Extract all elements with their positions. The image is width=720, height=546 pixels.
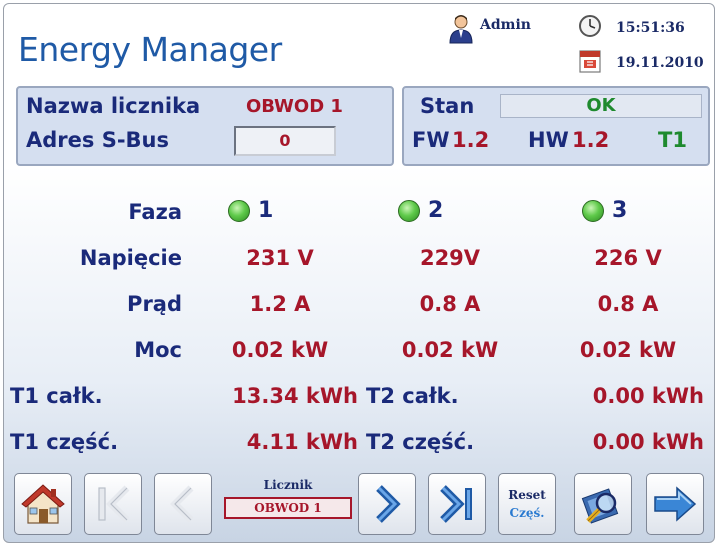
current-phase-2: 0.8 A (419, 292, 481, 316)
phase-2-number: 2 (428, 198, 444, 223)
t1-total-value: 13.34 kWh (232, 384, 358, 408)
meter-selector-label: Licznik (263, 478, 313, 492)
time-value: 15:51:36 (616, 20, 685, 36)
voltage-phase-3: 226 V (594, 246, 662, 270)
fw-value: 1.2 (452, 128, 490, 152)
phase-1: 1 (228, 198, 273, 223)
energy-manager-screen: Energy Manager Admin 15:51:36 19.11.2010… (3, 3, 715, 543)
t2-partial-value: 0.00 kWh (592, 430, 704, 454)
fw-label: FW (412, 128, 450, 152)
reset-label-line1: Reset (508, 488, 546, 502)
power-phase-3: 0.02 kW (579, 338, 677, 362)
meter-info-panel: Nazwa licznika OBWOD 1 Adres S-Bus 0 (16, 86, 394, 166)
voltage-label: Napięcie (79, 246, 182, 270)
phase-3: 3 (582, 198, 627, 223)
home-button[interactable] (14, 473, 72, 535)
voltage-phase-2: 229V (419, 246, 481, 270)
phase-3-number: 3 (612, 198, 628, 223)
next-icon (365, 482, 409, 526)
hw-label: HW (528, 128, 569, 152)
power-phase-1: 0.02 kW (231, 338, 329, 362)
user-indicator[interactable]: Admin (448, 14, 531, 48)
reset-partial-button[interactable]: Reset Częś. (498, 473, 556, 535)
hw-value: 1.2 (572, 128, 610, 152)
meter-selector[interactable]: Licznik OBWOD 1 (222, 478, 354, 534)
status-panel: Stan OK FW 1.2 HW 1.2 T1 (402, 86, 710, 166)
user-icon (448, 14, 474, 48)
search-button[interactable] (574, 473, 632, 535)
current-label: Prąd (127, 292, 182, 316)
first-icon (91, 482, 135, 526)
forward-button[interactable] (646, 473, 704, 535)
tariff-indicator: T1 (658, 128, 687, 152)
t1-partial-value: 4.11 kWh (246, 430, 358, 454)
last-button[interactable] (428, 473, 486, 535)
date-display: 19.11.2010 (578, 48, 704, 78)
search-icon (580, 481, 626, 527)
app-title: Energy Manager (18, 30, 282, 69)
phase-2: 2 (398, 198, 443, 223)
current-phase-1: 1.2 A (249, 292, 311, 316)
phase-2-led-icon (398, 199, 420, 222)
t1-total-label: T1 całk. (10, 384, 103, 408)
meter-selector-value: OBWOD 1 (224, 497, 352, 519)
sbus-address-value: 0 (279, 131, 291, 150)
phase-3-led-icon (582, 199, 604, 222)
t2-total-label: T2 całk. (366, 384, 459, 408)
next-button[interactable] (358, 473, 416, 535)
phase-1-number: 1 (258, 198, 274, 223)
first-button[interactable] (84, 473, 142, 535)
phase-1-led-icon (228, 199, 250, 222)
previous-icon (161, 482, 205, 526)
power-label: Moc (134, 338, 182, 362)
clock-icon (578, 14, 602, 42)
t2-partial-label: T2 część. (366, 430, 475, 454)
state-value: OK (586, 95, 616, 116)
power-phase-2: 0.02 kW (401, 338, 499, 362)
voltage-phase-1: 231 V (246, 246, 314, 270)
home-icon (20, 481, 66, 527)
clock-display: 15:51:36 (578, 14, 685, 42)
meter-name-label: Nazwa licznika (26, 94, 201, 118)
user-name: Admin (480, 17, 531, 33)
meter-name-value: OBWOD 1 (246, 96, 343, 117)
date-value: 19.11.2010 (616, 55, 704, 71)
sbus-address-field[interactable]: 0 (234, 126, 336, 156)
current-phase-3: 0.8 A (597, 292, 659, 316)
t2-total-value: 0.00 kWh (592, 384, 704, 408)
state-label: Stan (420, 94, 475, 118)
last-icon (435, 482, 479, 526)
state-field: OK (500, 94, 702, 118)
sbus-address-label: Adres S-Bus (26, 128, 169, 152)
phase-label: Faza (128, 200, 182, 224)
calendar-icon (578, 48, 602, 78)
t1-partial-label: T1 część. (10, 430, 119, 454)
reset-label-line2: Częś. (509, 506, 545, 520)
previous-button[interactable] (154, 473, 212, 535)
forward-arrow-icon (651, 484, 699, 524)
